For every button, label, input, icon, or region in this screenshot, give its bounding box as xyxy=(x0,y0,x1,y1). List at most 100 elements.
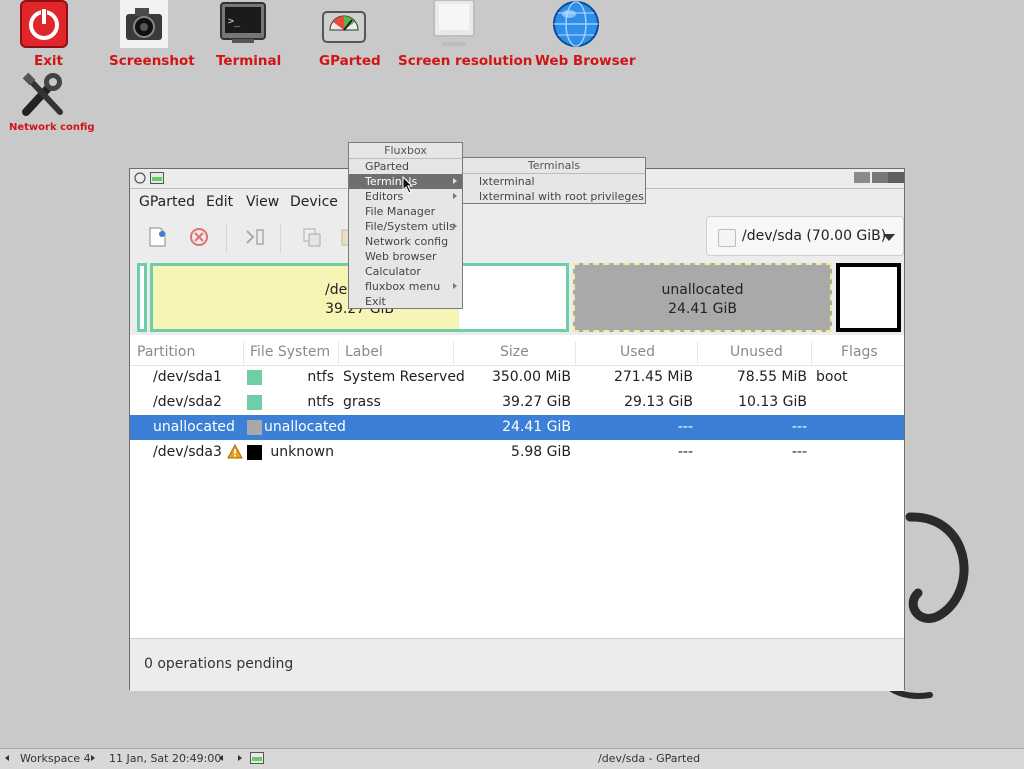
device-selector[interactable]: /dev/sda (70.00 GiB) xyxy=(706,216,904,256)
task-prev-icon[interactable] xyxy=(219,755,223,761)
menu-item-gparted[interactable]: GParted xyxy=(349,159,462,174)
cell-size: 350.00 MiB xyxy=(491,369,571,385)
desktop-icon-screenshot[interactable]: Screenshot xyxy=(100,0,195,72)
column-divider xyxy=(811,342,812,364)
globe-icon xyxy=(553,1,599,47)
filesystem-color-swatch xyxy=(247,420,262,435)
menu-item-exit[interactable]: Exit xyxy=(349,294,462,309)
menu-item-file-system-utils[interactable]: File/System utils xyxy=(349,219,462,234)
copy-icon[interactable] xyxy=(300,225,324,249)
desktop-icon-label: GParted xyxy=(319,53,381,69)
window-menu-icon[interactable] xyxy=(134,172,146,184)
device-selector-label: /dev/sda (70.00 GiB) xyxy=(742,228,887,244)
menu-view[interactable]: View xyxy=(246,194,279,210)
close-button[interactable] xyxy=(888,172,904,183)
table-header: Partition File System Label Size Used Un… xyxy=(130,340,904,366)
table-row[interactable]: /dev/sda1 ntfs System Reserved 350.00 Mi… xyxy=(130,365,904,390)
cell-used: --- xyxy=(677,444,693,460)
cell-label: System Reserved xyxy=(343,369,465,385)
workspace-next-icon[interactable] xyxy=(91,755,95,761)
partition-block-unallocated[interactable]: unallocated 24.41 GiB xyxy=(573,263,832,332)
desktop-icon-terminal[interactable]: >_ Terminal xyxy=(200,0,292,72)
task-app-icon[interactable] xyxy=(250,752,264,764)
column-header[interactable]: Flags xyxy=(841,344,878,360)
desktop-icon-label: Web Browser xyxy=(535,53,636,69)
submenu-arrow-icon xyxy=(453,283,457,289)
menu-item-label: lxterminal xyxy=(479,175,535,188)
menu-edit[interactable]: Edit xyxy=(206,194,233,210)
table-row-selected[interactable]: unallocated unallocated 24.41 GiB --- --… xyxy=(130,415,904,440)
cell-label: grass xyxy=(343,394,381,410)
warning-icon xyxy=(227,444,243,459)
desktop-icon-exit[interactable]: Exit xyxy=(0,0,92,72)
cell-filesystem: unallocated xyxy=(264,419,346,435)
monitor-icon xyxy=(433,0,475,46)
menu-item-calculator[interactable]: Calculator xyxy=(349,264,462,279)
column-header[interactable]: Size xyxy=(500,344,529,360)
column-divider xyxy=(697,342,698,364)
delete-icon[interactable] xyxy=(187,225,211,249)
menu-item-label: GParted xyxy=(365,160,409,173)
desktop-icon-label: Exit xyxy=(34,53,64,69)
cell-partition: /dev/sda3 xyxy=(153,444,222,460)
svg-text:>_: >_ xyxy=(228,16,241,27)
resize-move-icon[interactable] xyxy=(243,225,267,249)
menu-item-lxterminal-root[interactable]: lxterminal with root privileges xyxy=(463,189,645,204)
desktop-icon-web-browser[interactable]: Web Browser xyxy=(530,0,635,72)
desktop-icon-screen-resolution[interactable]: Screen resolution xyxy=(396,0,532,72)
cell-size: 24.41 GiB xyxy=(502,419,571,435)
menu-item-web-browser[interactable]: Web browser xyxy=(349,249,462,264)
cell-unused: --- xyxy=(791,444,807,460)
taskbar-task-title[interactable]: /dev/sda - GParted xyxy=(598,752,700,765)
desktop-icon-network-config[interactable]: Network config xyxy=(0,72,95,138)
maximize-button[interactable] xyxy=(872,172,888,183)
menu-device[interactable]: Device xyxy=(290,194,338,210)
cell-used: --- xyxy=(677,419,693,435)
new-icon[interactable] xyxy=(146,225,170,249)
cell-size: 39.27 GiB xyxy=(502,394,571,410)
menu-item-fluxbox-menu[interactable]: fluxbox menu xyxy=(349,279,462,294)
toolbar-separator xyxy=(280,223,281,253)
workspace-prev-icon[interactable] xyxy=(5,755,9,761)
partition-block-sda3[interactable] xyxy=(836,263,901,332)
partition-map-size: 24.41 GiB xyxy=(668,301,737,317)
cell-unused: 10.13 GiB xyxy=(738,394,807,410)
menu-item-file-manager[interactable]: File Manager xyxy=(349,204,462,219)
partition-block-sda1[interactable] xyxy=(137,263,147,332)
menu-item-label: File Manager xyxy=(365,205,436,218)
partition-table: Partition File System Label Size Used Un… xyxy=(130,340,904,614)
column-header[interactable]: File System xyxy=(250,344,330,360)
menu-gparted[interactable]: GParted xyxy=(139,194,195,210)
menu-item-lxterminal[interactable]: lxterminal xyxy=(463,174,645,189)
status-bar: 0 operations pending xyxy=(130,638,904,691)
menu-item-label: Network config xyxy=(365,235,449,248)
column-header[interactable]: Unused xyxy=(730,344,783,360)
column-header[interactable]: Partition xyxy=(137,344,195,360)
gparted-window: GParted Edit View Device /dev/sda (70.00… xyxy=(129,168,905,691)
minimize-button[interactable] xyxy=(854,172,870,183)
workspace-name[interactable]: Workspace 4 xyxy=(20,752,91,765)
cell-used: 29.13 GiB xyxy=(624,394,693,410)
cell-filesystem: ntfs xyxy=(307,369,334,385)
desktop-icon-gparted[interactable]: GParted xyxy=(300,0,392,72)
cell-partition: /dev/sda1 xyxy=(153,369,222,385)
task-next-icon[interactable] xyxy=(238,755,242,761)
submenu-title: Terminals xyxy=(463,158,645,174)
power-icon xyxy=(20,0,68,48)
submenu-arrow-icon xyxy=(453,193,457,199)
cell-unused: 78.55 MiB xyxy=(736,369,807,385)
table-row[interactable]: /dev/sda3 unknown 5.98 GiB --- --- xyxy=(130,440,904,465)
submenu-arrow-icon xyxy=(453,178,457,184)
partition-map-label: unallocated xyxy=(661,282,744,298)
column-header[interactable]: Used xyxy=(620,344,655,360)
disk-icon xyxy=(718,229,736,247)
menu-item-network-config[interactable]: Network config xyxy=(349,234,462,249)
filesystem-color-swatch xyxy=(247,370,262,385)
cell-size: 5.98 GiB xyxy=(511,444,571,460)
table-row[interactable]: /dev/sda2 ntfs grass 39.27 GiB 29.13 GiB… xyxy=(130,390,904,415)
cell-partition: unallocated xyxy=(153,419,235,435)
taskbar: Workspace 4 11 Jan, Sat 20:49:00 /dev/sd… xyxy=(0,748,1024,769)
menu-item-label: lxterminal with root privileges xyxy=(479,190,644,203)
column-header[interactable]: Label xyxy=(345,344,383,360)
cell-used: 271.45 MiB xyxy=(613,369,693,385)
